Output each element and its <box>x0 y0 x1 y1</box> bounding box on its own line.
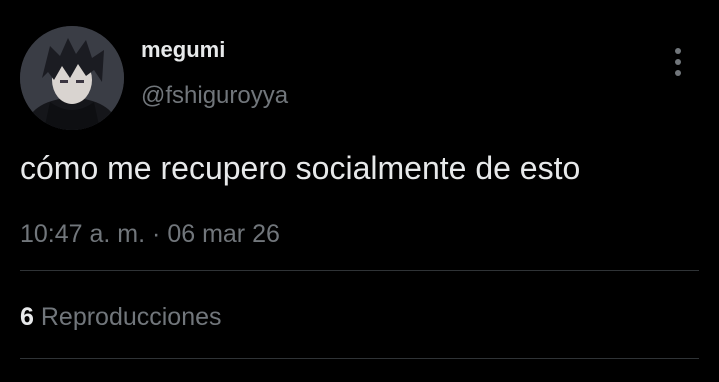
tweet-card: megumi @fshiguroyya cómo me recupero soc… <box>0 0 719 382</box>
divider <box>20 270 699 271</box>
meta-separator: · <box>152 220 161 248</box>
divider <box>20 358 699 359</box>
more-options-icon[interactable] <box>664 44 692 80</box>
views-stat[interactable]: 6 Reproducciones <box>20 301 222 333</box>
display-name[interactable]: megumi <box>141 36 225 64</box>
avatar[interactable] <box>20 26 124 130</box>
views-count: 6 <box>20 303 34 331</box>
dot <box>675 48 681 54</box>
tweet-time[interactable]: 10:47 a. m. <box>20 220 145 248</box>
avatar-image <box>20 26 124 130</box>
tweet-timestamp: 10:47 a. m. · 06 mar 26 <box>20 218 280 250</box>
dot <box>675 70 681 76</box>
tweet-date[interactable]: 06 mar 26 <box>167 220 280 248</box>
dot <box>675 59 681 65</box>
user-handle[interactable]: @fshiguroyya <box>141 81 288 111</box>
tweet-text: cómo me recupero socialmente de esto <box>20 150 581 186</box>
views-label: Reproducciones <box>40 303 222 331</box>
